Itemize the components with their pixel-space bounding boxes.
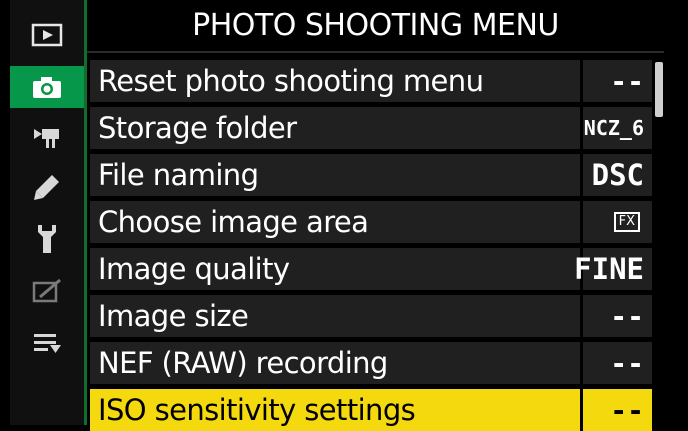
menu-item-choose-image-area[interactable]: Choose image area FX (90, 201, 654, 243)
menu-item-nef-raw-recording[interactable]: NEF (RAW) recording -- (90, 342, 654, 384)
menu-item-value: -- (583, 295, 652, 337)
menu-item-value: NCZ_6 (583, 107, 652, 149)
my-menu-icon (34, 334, 61, 353)
tab-retouch[interactable] (10, 270, 84, 312)
menu-item-value: FX (583, 201, 652, 243)
fx-format-badge: FX (613, 212, 640, 232)
menu-item-reset-photo-shooting-menu[interactable]: Reset photo shooting menu -- (90, 60, 654, 102)
menu-item-label: Choose image area (90, 201, 580, 243)
menu-item-value: -- (583, 60, 652, 102)
tab-playback[interactable] (10, 14, 84, 56)
menu-item-label: Reset photo shooting menu (90, 60, 580, 102)
playback-icon (31, 23, 63, 47)
menu-item-label: Image size (90, 295, 580, 337)
menu-item-value: -- (583, 342, 652, 384)
menu-item-label: NEF (RAW) recording (90, 342, 580, 384)
scrollbar-thumb[interactable] (655, 62, 663, 117)
tab-setup[interactable] (10, 218, 84, 260)
page-title: PHOTO SHOOTING MENU (87, 0, 664, 50)
tab-photo-shooting[interactable] (10, 66, 84, 108)
menu-tab-sidebar (10, 0, 87, 425)
menu-item-label: Image quality (90, 248, 580, 290)
menu-item-image-size[interactable]: Image size -- (90, 295, 654, 337)
wrench-icon (38, 225, 56, 253)
camera-menu-screen: PHOTO SHOOTING MENU Reset photo shooting… (0, 0, 688, 431)
menu-item-value: DSC (583, 154, 652, 196)
pencil-icon (34, 175, 59, 200)
menu-item-label: Storage folder (90, 107, 580, 149)
movie-icon (34, 129, 59, 148)
tab-movie-shooting[interactable] (10, 116, 84, 158)
camera-icon (33, 77, 61, 98)
tab-my-menu[interactable] (10, 322, 84, 364)
tab-custom-settings[interactable] (10, 166, 84, 208)
menu-item-value: FINE (574, 248, 652, 290)
menu-item-label: File naming (90, 154, 580, 196)
menu-item-file-naming[interactable]: File naming DSC (90, 154, 654, 196)
retouch-icon (32, 278, 61, 303)
header-divider (87, 51, 664, 53)
menu-item-storage-folder[interactable]: Storage folder NCZ_6 (90, 107, 654, 149)
menu-item-image-quality[interactable]: Image quality FINE (90, 248, 654, 290)
